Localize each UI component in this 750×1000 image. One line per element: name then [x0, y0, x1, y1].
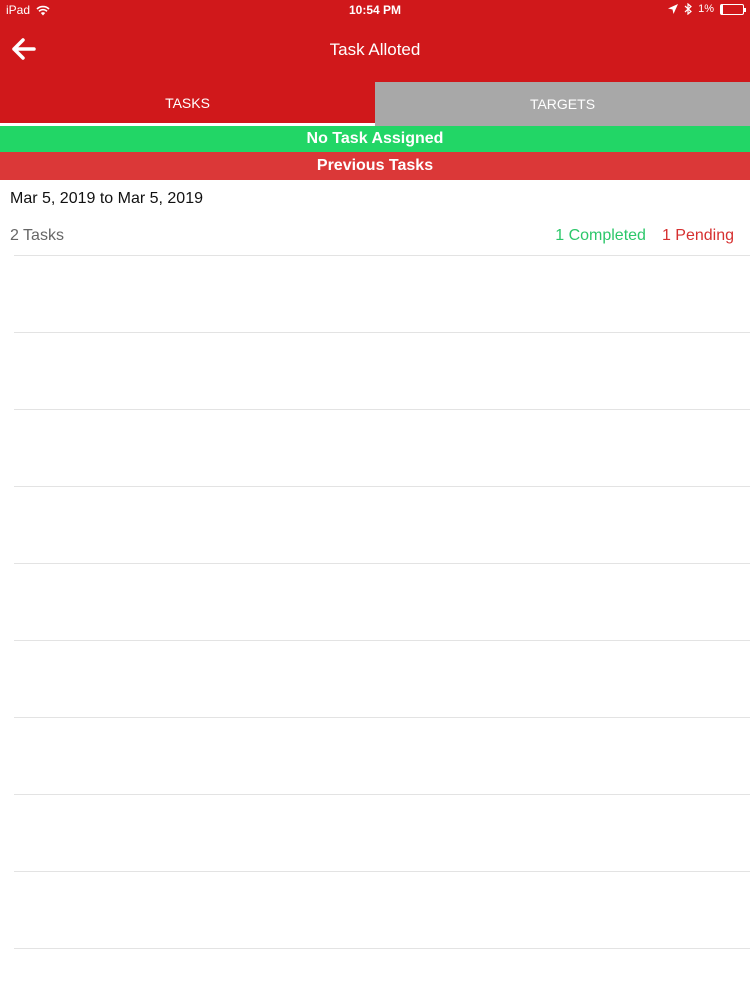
no-task-banner: No Task Assigned [0, 126, 750, 152]
list-row [14, 948, 750, 1000]
location-arrow-icon [668, 4, 679, 14]
list-row [14, 255, 750, 332]
list-row [14, 871, 750, 948]
completed-count[interactable]: 1 Completed [555, 227, 646, 245]
status-time: 10:54 PM [348, 3, 402, 17]
page-title: Task Alloted [329, 40, 421, 59]
bluetooth-icon [684, 3, 693, 15]
status-right: 1% [668, 3, 746, 15]
previous-tasks-header[interactable]: Previous Tasks [0, 152, 750, 180]
pending-count[interactable]: 1 Pending [662, 227, 734, 245]
list-row [14, 563, 750, 640]
status-bar: iPad 10:54 PM 1% [0, 0, 750, 20]
tab-bar: TASKS TARGETS [0, 82, 750, 126]
battery-percent: 1% [698, 3, 714, 15]
list-row [14, 486, 750, 563]
list-row [14, 794, 750, 871]
tasks-count: 2 Tasks [10, 227, 64, 244]
list-row [14, 640, 750, 717]
date-range: Mar 5, 2019 to Mar 5, 2019 [10, 190, 203, 207]
battery-icon [720, 3, 746, 15]
list-row [14, 717, 750, 794]
tab-tasks[interactable]: TASKS [0, 82, 375, 126]
tab-targets[interactable]: TARGETS [375, 82, 750, 126]
list-row [14, 409, 750, 486]
app-header: iPad 10:54 PM 1% Task Alloted [0, 0, 750, 82]
list-row [14, 332, 750, 409]
task-status-summary: 1 Completed 1 Pending [555, 227, 734, 245]
task-list [14, 255, 750, 1000]
